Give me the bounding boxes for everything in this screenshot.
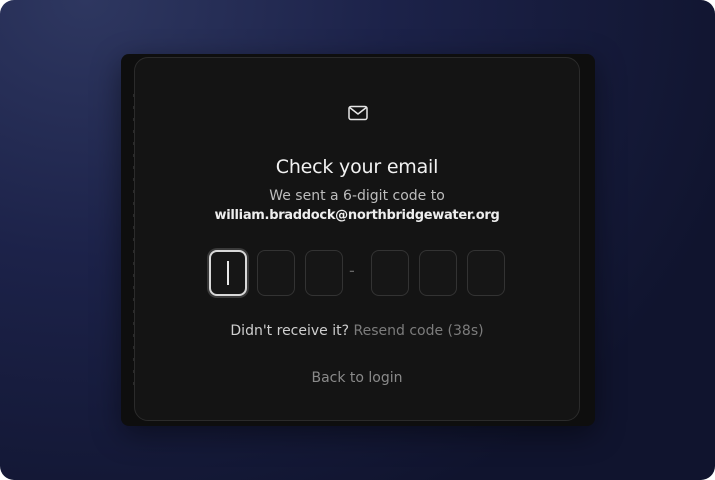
resend-code-link[interactable]: Resend code (38s) [354, 323, 484, 339]
back-to-login-link[interactable]: Back to login [135, 370, 579, 386]
text-caret [227, 261, 229, 285]
subtitle: We sent a 6-digit code to [269, 188, 445, 204]
otp-digit-4[interactable] [371, 250, 409, 296]
otp-digit-5[interactable] [419, 250, 457, 296]
otp-digit-3[interactable] [305, 250, 343, 296]
otp-digit-1[interactable] [209, 250, 247, 296]
otp-digit-2[interactable] [257, 250, 295, 296]
resend-prompt: Didn't receive it? [230, 323, 350, 339]
otp-separator: - [349, 261, 355, 280]
mail-icon [348, 105, 368, 121]
verification-card: Check your email We sent a 6-digit code … [134, 57, 580, 421]
page-background: Check your email We sent a 6-digit code … [0, 0, 715, 480]
page-title: Check your email [275, 156, 439, 178]
email-address: william.braddock@northbridgewater.org [214, 208, 500, 223]
otp-digit-6[interactable] [467, 250, 505, 296]
resend-line: Didn't receive it? Resend code (38s) [135, 323, 579, 339]
